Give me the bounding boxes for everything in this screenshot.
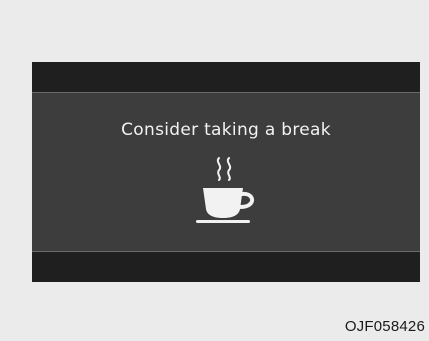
- coffee-cup-icon: [192, 154, 262, 226]
- cluster-display: Consider taking a break: [32, 62, 420, 282]
- break-reminder-message: Consider taking a break: [121, 120, 331, 140]
- figure-code-label: OJF058426: [344, 318, 425, 335]
- display-bottom-band: [32, 251, 420, 282]
- display-top-band: [32, 62, 420, 93]
